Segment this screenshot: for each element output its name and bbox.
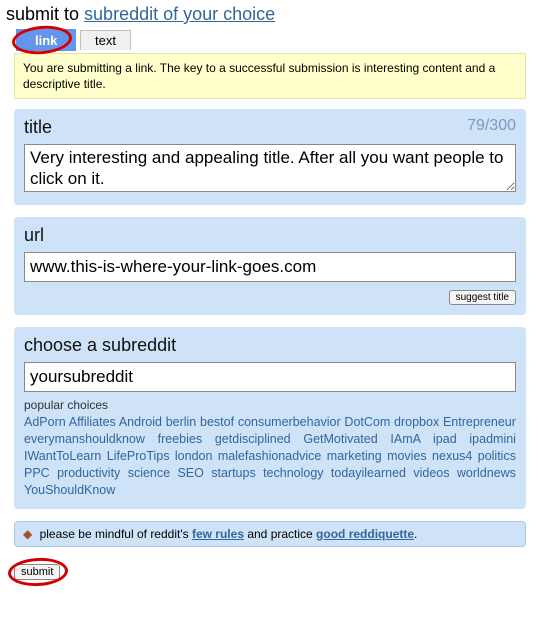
popular-subreddit-link[interactable]: IWantToLearn xyxy=(24,449,101,463)
url-heading: url xyxy=(24,225,516,246)
popular-subreddit-link[interactable]: marketing xyxy=(327,449,382,463)
subreddit-heading: choose a subreddit xyxy=(24,335,516,356)
popular-subreddit-link[interactable]: productivity xyxy=(57,466,120,480)
popular-subreddit-link[interactable]: Android xyxy=(119,415,162,429)
popular-subreddit-link[interactable]: freebies xyxy=(158,432,202,446)
submit-button[interactable]: submit xyxy=(14,564,60,580)
popular-subreddit-link[interactable]: london xyxy=(175,449,213,463)
popular-subreddit-link[interactable]: ipad xyxy=(433,432,457,446)
popular-subreddit-link[interactable]: LifeProTips xyxy=(107,449,170,463)
rules-middle: and practice xyxy=(244,527,316,541)
popular-subreddit-link[interactable]: SEO xyxy=(177,466,203,480)
popular-subreddit-link[interactable]: politics xyxy=(478,449,516,463)
popular-choices-label: popular choices xyxy=(24,398,516,412)
popular-subreddit-link[interactable]: bestof xyxy=(200,415,234,429)
rules-prefix: please be mindful of reddit's xyxy=(40,527,192,541)
popular-subreddit-link[interactable]: AdPorn xyxy=(24,415,66,429)
popular-subreddit-link[interactable]: startups xyxy=(211,466,255,480)
popular-subreddit-link[interactable]: movies xyxy=(387,449,427,463)
popular-subreddit-link[interactable]: getdisciplined xyxy=(215,432,291,446)
title-panel: 79/300 title xyxy=(14,109,526,205)
popular-subreddit-link[interactable]: videos xyxy=(413,466,449,480)
popular-subreddit-link[interactable]: Affiliates xyxy=(69,415,116,429)
popular-subreddit-link[interactable]: consumerbehavior xyxy=(238,415,341,429)
popular-subreddit-link[interactable]: malefashionadvice xyxy=(218,449,322,463)
url-panel: url suggest title xyxy=(14,217,526,315)
info-bar: You are submitting a link. The key to a … xyxy=(14,53,526,99)
title-heading: title xyxy=(24,117,52,137)
subreddit-panel: choose a subreddit popular choices AdPor… xyxy=(14,327,526,508)
reddiquette-link[interactable]: good reddiquette xyxy=(316,527,414,541)
popular-subreddit-link[interactable]: everymanshouldknow xyxy=(24,432,145,446)
tab-text[interactable]: text xyxy=(80,30,131,50)
submit-to-text: submit to xyxy=(6,4,79,24)
popular-subreddit-link[interactable]: science xyxy=(128,466,170,480)
popular-subreddit-link[interactable]: nexus4 xyxy=(432,449,472,463)
rules-icon: ◆ xyxy=(23,527,32,541)
popular-subreddit-link[interactable]: ipadmini xyxy=(469,432,516,446)
popular-subreddit-link[interactable]: IAmA xyxy=(390,432,420,446)
popular-choices-list: AdPorn Affiliates Android berlin bestof … xyxy=(24,414,516,498)
popular-subreddit-link[interactable]: worldnews xyxy=(457,466,516,480)
submission-tabs: link text xyxy=(16,29,534,51)
popular-subreddit-link[interactable]: PPC xyxy=(24,466,50,480)
popular-subreddit-link[interactable]: technology xyxy=(263,466,323,480)
popular-subreddit-link[interactable]: GetMotivated xyxy=(303,432,377,446)
popular-subreddit-link[interactable]: dropbox xyxy=(394,415,439,429)
few-rules-link[interactable]: few rules xyxy=(192,527,244,541)
subreddit-of-choice-link[interactable]: subreddit of your choice xyxy=(84,4,275,24)
popular-subreddit-link[interactable]: YouShouldKnow xyxy=(24,483,115,497)
popular-subreddit-link[interactable]: todayilearned xyxy=(331,466,406,480)
title-input[interactable] xyxy=(24,144,516,192)
popular-subreddit-link[interactable]: DotCom xyxy=(344,415,390,429)
rules-bar: ◆ please be mindful of reddit's few rule… xyxy=(14,521,526,547)
tab-link[interactable]: link xyxy=(16,29,76,51)
subreddit-input[interactable] xyxy=(24,362,516,392)
popular-subreddit-link[interactable]: Entrepreneur xyxy=(443,415,516,429)
rules-suffix: . xyxy=(414,527,417,541)
suggest-title-button[interactable]: suggest title xyxy=(449,290,516,305)
page-title: submit to subreddit of your choice xyxy=(6,4,534,25)
url-input[interactable] xyxy=(24,252,516,282)
popular-subreddit-link[interactable]: berlin xyxy=(166,415,197,429)
title-counter: 79/300 xyxy=(467,117,516,135)
